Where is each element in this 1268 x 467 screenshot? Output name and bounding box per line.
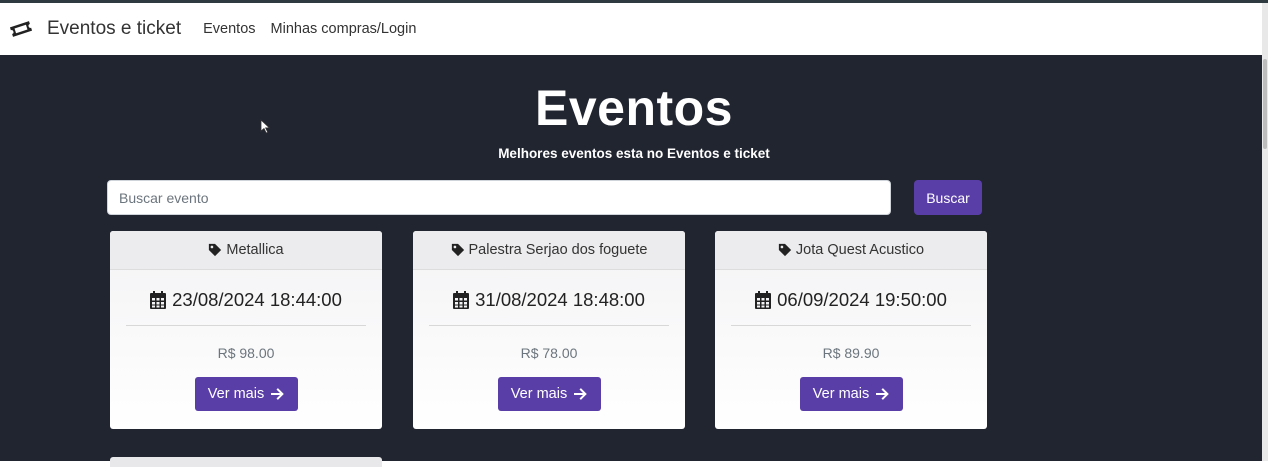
arrow-right-icon	[574, 388, 588, 400]
ver-mais-label: Ver mais	[510, 386, 568, 402]
event-date: 23/08/2024 18:44:00	[110, 289, 382, 311]
event-price: R$ 78.00	[520, 345, 578, 361]
event-name: Metallica	[226, 242, 284, 258]
divider	[731, 325, 971, 326]
page-title: Eventos	[534, 80, 733, 136]
search-button[interactable]: Buscar	[914, 180, 982, 215]
arrow-right-icon	[876, 388, 890, 400]
hero-section: Eventos Melhores eventos esta no Eventos…	[0, 55, 1262, 467]
event-card: Jota Quest Acustico 06/09/2024 19:50:00 …	[715, 231, 987, 429]
page-subtitle: Melhores eventos esta no Eventos e ticke…	[498, 146, 770, 161]
ver-mais-label: Ver mais	[812, 386, 870, 402]
scrollbar-thumb[interactable]	[1263, 59, 1267, 149]
calendar-icon	[755, 291, 772, 309]
event-name: Palestra Serjao dos foguete	[468, 242, 648, 258]
navbar: Eventos e ticket Eventos Minhas compras/…	[0, 3, 1268, 55]
calendar-icon	[453, 291, 470, 309]
nav-link-minhas-compras-login[interactable]: Minhas compras/Login	[271, 21, 417, 37]
event-datetime: 06/09/2024 19:50:00	[777, 289, 947, 310]
brand-name: Eventos e ticket	[47, 18, 182, 39]
event-card: Palestra Serjao dos foguete 31/08/2024 1…	[413, 231, 685, 429]
divider	[429, 325, 669, 326]
ver-mais-button[interactable]: Ver mais	[799, 377, 903, 411]
page-scrollbar[interactable]	[1262, 55, 1268, 461]
event-price: R$ 98.00	[217, 345, 275, 361]
event-card-partial	[110, 457, 382, 467]
search-input[interactable]	[107, 180, 891, 215]
mouse-cursor-icon	[260, 119, 271, 134]
divider	[126, 325, 366, 326]
event-card-header: Metallica	[110, 231, 382, 270]
event-datetime: 31/08/2024 18:48:00	[475, 289, 645, 310]
brand[interactable]: Eventos e ticket	[9, 17, 181, 41]
event-card-header: Jota Quest Acustico	[715, 231, 987, 270]
event-price: R$ 89.90	[822, 345, 880, 361]
event-datetime: 23/08/2024 18:44:00	[172, 289, 342, 310]
event-name: Jota Quest Acustico	[795, 242, 925, 258]
ver-mais-button[interactable]: Ver mais	[194, 377, 298, 411]
tag-icon	[451, 243, 464, 257]
tag-icon	[209, 243, 222, 257]
event-date: 31/08/2024 18:48:00	[413, 289, 685, 311]
event-card-header: Palestra Serjao dos foguete	[413, 231, 685, 270]
event-date: 06/09/2024 19:50:00	[715, 289, 987, 311]
ver-mais-button[interactable]: Ver mais	[497, 377, 601, 411]
ticket-icon	[9, 21, 33, 37]
ver-mais-label: Ver mais	[207, 386, 265, 402]
calendar-icon	[150, 291, 167, 309]
tag-icon	[778, 243, 792, 257]
event-card: Metallica 23/08/2024 18:44:00 R$ 98.00 V…	[110, 231, 382, 429]
nav-link-eventos[interactable]: Eventos	[203, 21, 255, 37]
arrow-right-icon	[271, 388, 285, 400]
